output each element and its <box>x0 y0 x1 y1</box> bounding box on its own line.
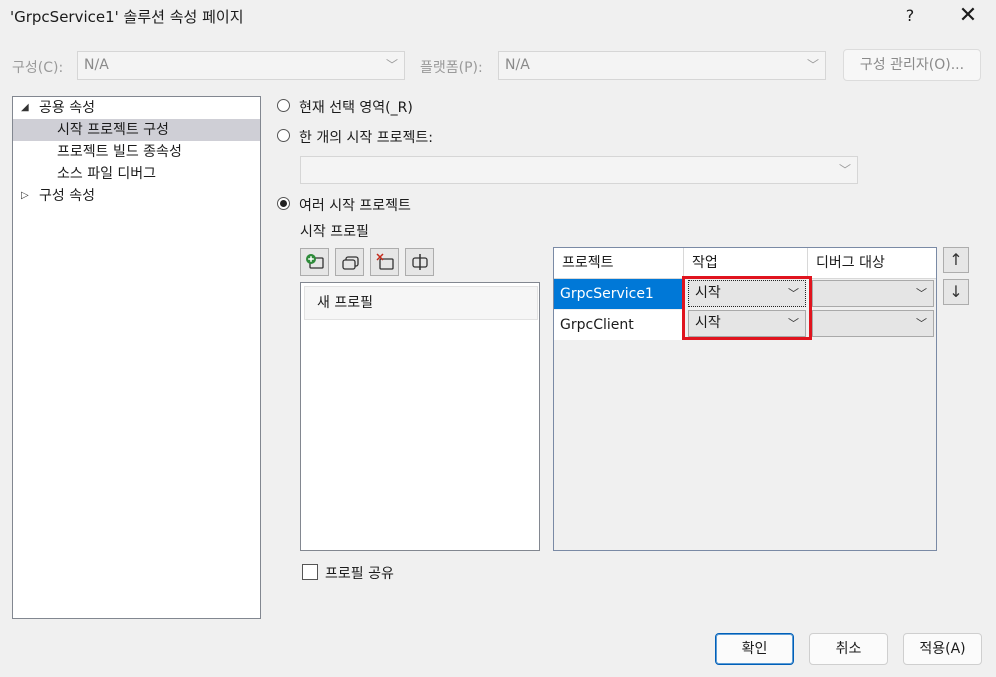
chevron-down-icon: ﹀ <box>916 287 927 300</box>
config-select[interactable]: N/A ﹀ <box>77 51 405 80</box>
radio-current-selection-label: 현재 선택 영역(_R) <box>299 100 413 116</box>
debug-target-select-grpcclient[interactable]: ﹀ <box>812 310 934 337</box>
tree-item-label: 소스 파일 디버그 <box>57 166 157 182</box>
chevron-down-icon: ﹀ <box>385 58 398 72</box>
delete-profile-icon <box>375 253 394 270</box>
radio-current-selection[interactable] <box>277 99 290 112</box>
platform-label: 플랫폼(P): <box>420 60 483 76</box>
config-manager-button[interactable]: 구성 관리자(O)... <box>843 49 981 81</box>
close-button[interactable]: ✕ <box>948 0 988 32</box>
help-button[interactable]: ? <box>896 0 924 32</box>
add-profile-button[interactable] <box>300 248 329 276</box>
column-header-debug-target[interactable]: 디버그 대상 <box>808 248 936 279</box>
platform-select[interactable]: N/A ﹀ <box>498 51 826 80</box>
tree-item-build-dependencies[interactable]: 프로젝트 빌드 종속성 <box>13 141 260 163</box>
chevron-down-icon: ﹀ <box>806 58 819 72</box>
tree-item-label: 시작 프로젝트 구성 <box>57 122 169 138</box>
tree-item-configuration-properties[interactable]: ▷ 구성 속성 <box>13 185 260 207</box>
radio-single-startup[interactable] <box>277 129 290 142</box>
highlight-box <box>682 276 812 340</box>
tree-item-label: 프로젝트 빌드 종속성 <box>57 144 182 160</box>
chevron-down-icon: ﹀ <box>838 163 851 177</box>
window-title: 'GrpcService1' 솔루션 속성 페이지 <box>10 8 244 26</box>
rename-profile-button[interactable] <box>405 248 434 276</box>
profile-list: 새 프로필 <box>300 282 540 551</box>
tree-item-label: 구성 속성 <box>39 188 95 204</box>
move-down-button[interactable]: ↓ <box>943 279 969 305</box>
delete-profile-button[interactable] <box>370 248 399 276</box>
grid-cell-project-grpcservice1[interactable]: GrpcService1 <box>554 279 684 309</box>
single-startup-select[interactable]: ﹀ <box>300 156 858 184</box>
share-profile-checkbox[interactable] <box>302 564 318 580</box>
radio-dot <box>280 200 287 207</box>
profile-item-new[interactable]: 새 프로필 <box>304 286 538 320</box>
radio-multiple-startup[interactable] <box>277 197 290 210</box>
rename-profile-icon <box>411 254 428 270</box>
platform-select-value: N/A <box>505 57 530 73</box>
expanded-triangle-icon[interactable]: ◢ <box>21 97 29 119</box>
tree-item-debug-source-files[interactable]: 소스 파일 디버그 <box>13 163 260 185</box>
apply-button[interactable]: 적용(A) <box>903 633 982 665</box>
collapsed-triangle-icon[interactable]: ▷ <box>21 185 29 207</box>
config-label: 구성(C): <box>12 60 64 76</box>
startup-profiles-label: 시작 프로필 <box>300 224 369 240</box>
chevron-down-icon: ﹀ <box>916 317 927 330</box>
radio-single-startup-label: 한 개의 시작 프로젝트: <box>299 130 433 146</box>
column-header-project[interactable]: 프로젝트 <box>554 248 684 279</box>
tree-item-label: 공용 속성 <box>39 100 95 116</box>
ok-button[interactable]: 확인 <box>715 633 794 665</box>
property-tree: ◢ 공용 속성 시작 프로젝트 구성 프로젝트 빌드 종속성 소스 파일 디버그… <box>12 96 261 619</box>
add-profile-icon <box>305 254 324 269</box>
debug-target-select-grpcservice1[interactable]: ﹀ <box>812 280 934 307</box>
copy-profile-button[interactable] <box>335 248 364 276</box>
share-profile-label: 프로필 공유 <box>325 566 394 582</box>
cancel-button[interactable]: 취소 <box>809 633 888 665</box>
grid-cell-project-grpcclient[interactable]: GrpcClient <box>554 310 684 340</box>
tree-item-startup-project[interactable]: 시작 프로젝트 구성 <box>13 119 260 141</box>
tree-item-common-properties[interactable]: ◢ 공용 속성 <box>13 97 260 119</box>
column-header-action[interactable]: 작업 <box>684 248 808 279</box>
move-up-button[interactable]: ↑ <box>943 247 969 273</box>
radio-multiple-startup-label: 여러 시작 프로젝트 <box>299 198 411 214</box>
config-select-value: N/A <box>84 57 109 73</box>
copy-profile-icon <box>341 256 359 270</box>
